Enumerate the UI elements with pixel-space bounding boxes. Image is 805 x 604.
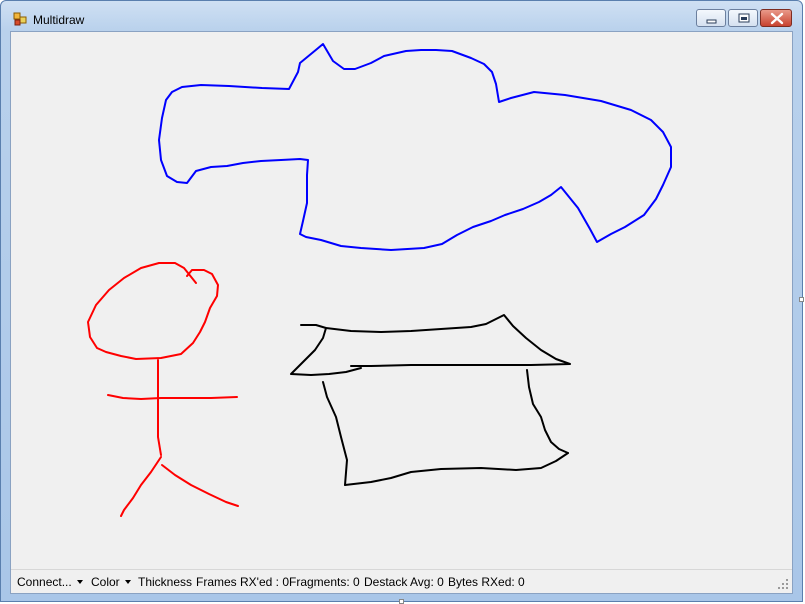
destack-avg-status: Destack Avg: 0 — [364, 575, 444, 589]
thickness-label: Thickness — [138, 575, 193, 589]
close-icon — [770, 12, 784, 25]
status-bar: Connect... Color Thickness Frames RX'ed … — [11, 569, 792, 593]
fragments-status: Fragments: 0 — [289, 575, 360, 589]
stick-figure-stroke — [87, 262, 239, 517]
minimize-icon — [706, 19, 717, 24]
chevron-down-icon — [76, 580, 83, 584]
color-label: Color — [91, 575, 120, 589]
color-dropdown[interactable]: Color — [91, 575, 131, 589]
title-bar[interactable]: Multidraw — [1, 1, 802, 31]
resize-handle-right[interactable] — [799, 297, 804, 302]
resize-grip-icon[interactable] — [777, 578, 789, 590]
client-area: Connect... Color Thickness Frames RX'ed … — [10, 31, 793, 594]
bytes-rx-status: Bytes RXed: 0 — [448, 575, 525, 589]
restore-icon — [738, 13, 750, 23]
window-title: Multidraw — [33, 13, 85, 27]
app-window: Multidraw Connect... Color Thickness Fra… — [0, 0, 803, 602]
connect-label: Connect... — [17, 575, 72, 589]
caption-buttons — [696, 9, 792, 27]
drawing-canvas[interactable] — [11, 32, 792, 570]
multidraw-app-icon — [13, 12, 27, 26]
house-stroke — [290, 314, 571, 486]
close-button[interactable] — [760, 9, 792, 27]
minimize-button[interactable] — [696, 9, 726, 27]
cloud-stroke — [158, 43, 672, 251]
frames-rx-status: Frames RX'ed : 0 — [196, 575, 289, 589]
chevron-down-icon — [124, 580, 131, 584]
thickness-button[interactable]: Thickness — [138, 575, 192, 589]
resize-handle-bottom[interactable] — [399, 599, 404, 604]
connect-dropdown[interactable]: Connect... — [17, 575, 83, 589]
maximize-button[interactable] — [728, 9, 758, 27]
